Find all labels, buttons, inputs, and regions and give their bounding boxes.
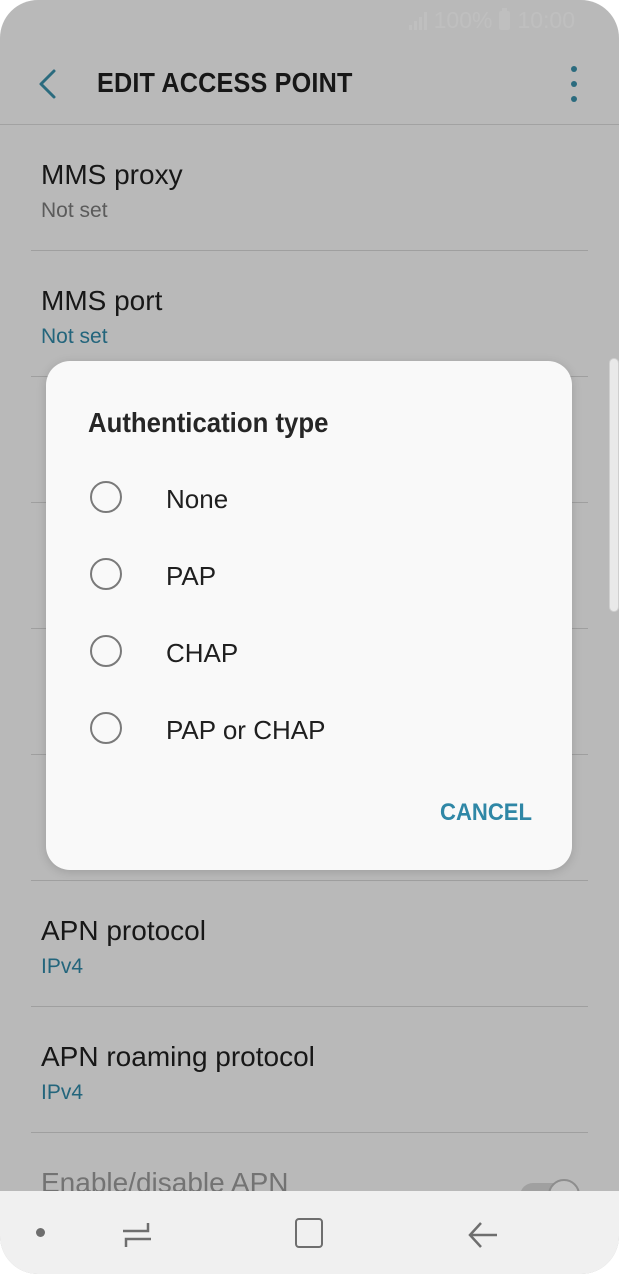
option-chap[interactable]: CHAP (86, 621, 526, 683)
home-icon[interactable] (295, 1218, 323, 1248)
option-label: None (166, 484, 229, 514)
option-label: CHAP (166, 638, 239, 668)
radio-button[interactable] (90, 481, 122, 513)
radio-button[interactable] (90, 558, 122, 590)
dialog-title: Authentication type (88, 407, 329, 438)
recents-icon[interactable] (120, 1219, 154, 1256)
auth-type-dialog: Authentication type None PAP CHAP PAP or… (46, 361, 572, 870)
cancel-button[interactable]: CANCEL (440, 799, 532, 827)
option-pap-or-chap[interactable]: PAP or CHAP (86, 698, 526, 760)
nav-dot-icon[interactable] (36, 1228, 45, 1237)
option-label: PAP (166, 561, 217, 591)
back-arrow-icon[interactable] (466, 1219, 500, 1256)
option-none[interactable]: None (86, 467, 526, 529)
radio-button[interactable] (90, 712, 122, 744)
scrollbar[interactable] (609, 358, 619, 612)
option-label: PAP or CHAP (166, 715, 326, 745)
option-pap[interactable]: PAP (86, 544, 526, 606)
phone-screen: 100% 10:00 EDIT ACCESS POINT MMS proxy N… (0, 0, 619, 1274)
navigation-bar (0, 1191, 619, 1274)
radio-button[interactable] (90, 635, 122, 667)
